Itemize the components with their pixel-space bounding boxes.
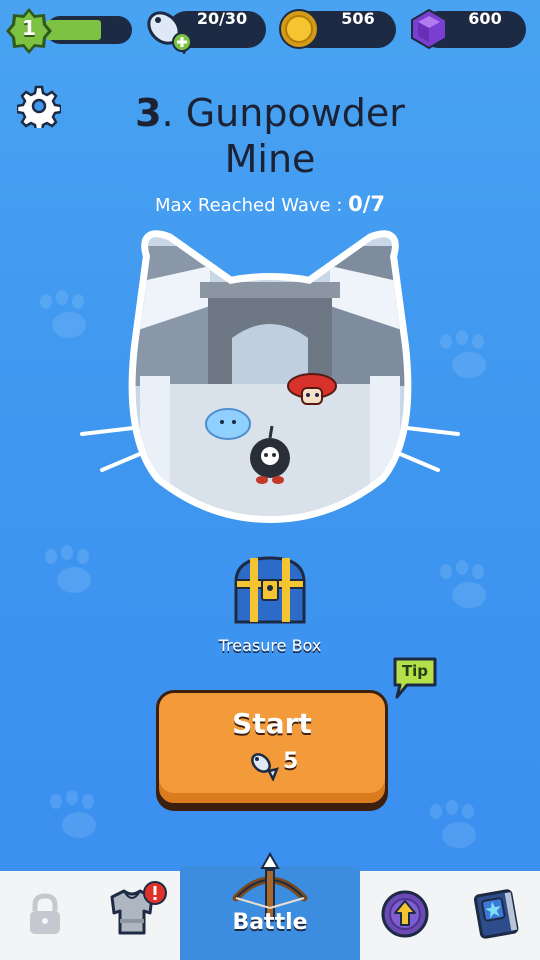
nav-equipment[interactable] xyxy=(90,871,180,960)
treasure-box-reward[interactable]: Treasure Box xyxy=(200,552,340,662)
gem-value: 600 xyxy=(468,9,502,28)
battle-label: Battle xyxy=(232,910,308,935)
stage-name-line1: Gunpowder xyxy=(185,91,405,135)
energy-value: 20/30 xyxy=(196,9,248,28)
coin-value: 506 xyxy=(341,9,375,28)
fish-icon xyxy=(251,753,279,781)
start-cost: 5 xyxy=(283,749,299,774)
stage-preview[interactable] xyxy=(80,226,460,526)
nav-locked[interactable] xyxy=(0,871,90,960)
start-label: Start xyxy=(232,707,312,740)
stage-title-line2: Mine xyxy=(0,136,540,182)
level-number: 1 xyxy=(22,16,36,40)
max-wave-value: 0/7 xyxy=(348,192,386,216)
nav-battle[interactable]: Battle xyxy=(180,852,360,960)
fish-energy-icon xyxy=(147,11,193,54)
max-wave-label: Max Reached Wave : xyxy=(154,195,349,216)
max-wave-info: Max Reached Wave : 0/7 xyxy=(0,192,540,216)
tip-button[interactable]: Tip xyxy=(391,655,439,699)
stage-preview-image xyxy=(80,230,460,524)
lock-icon xyxy=(30,893,60,934)
coin-icon xyxy=(279,9,319,49)
upgrade-icon xyxy=(381,890,429,938)
gem-icon xyxy=(411,8,447,50)
stage-title: 3. Gunpowder xyxy=(135,91,405,135)
skill-book-icon xyxy=(473,889,519,939)
alert-icon xyxy=(143,881,167,905)
treasure-box-label: Treasure Box xyxy=(218,636,322,655)
stage-number: 3 xyxy=(135,91,162,135)
nav-skills[interactable] xyxy=(450,871,540,960)
start-button[interactable]: Start 5 xyxy=(156,690,388,806)
treasure-chest-icon xyxy=(234,556,306,624)
nav-upgrade[interactable] xyxy=(360,871,450,960)
level-progress-bar xyxy=(46,16,132,44)
tip-label: Tip xyxy=(401,662,429,680)
level-progress-fill xyxy=(46,20,101,40)
stage-name-line2: Mine xyxy=(224,137,316,181)
